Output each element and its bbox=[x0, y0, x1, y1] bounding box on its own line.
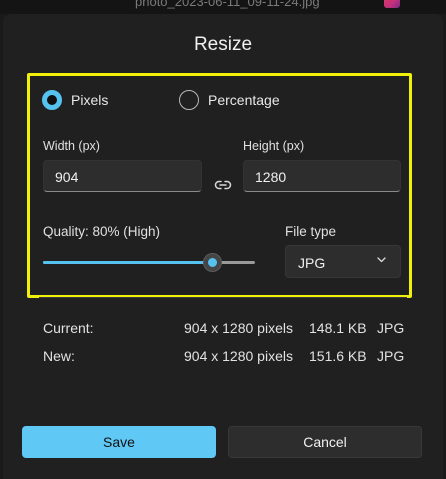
app-icon bbox=[384, 0, 400, 8]
width-input[interactable]: 904 bbox=[43, 160, 202, 192]
height-label: Height (px) bbox=[243, 139, 305, 153]
cancel-button[interactable]: Cancel bbox=[228, 426, 422, 458]
new-size: 151.6 KB bbox=[309, 348, 367, 364]
current-size: 148.1 KB bbox=[309, 320, 367, 336]
radio-checked-icon bbox=[42, 90, 62, 110]
width-label: Width (px) bbox=[43, 139, 100, 153]
new-format: JPG bbox=[377, 348, 405, 364]
resize-dialog: Resize Pixels Percentage Width (px) 904 … bbox=[3, 14, 443, 479]
link-icon[interactable] bbox=[214, 179, 232, 191]
file-type-label: File type bbox=[285, 224, 337, 239]
info-row-new: New: 904 x 1280 pixels 151.6 KB JPG bbox=[3, 348, 443, 366]
dialog-title: Resize bbox=[193, 34, 253, 55]
radio-percentage[interactable]: Percentage bbox=[179, 90, 280, 110]
file-type-select[interactable]: JPG bbox=[285, 245, 401, 278]
slider-fill bbox=[43, 261, 213, 264]
current-dimensions: 904 x 1280 pixels bbox=[184, 320, 293, 336]
radio-unchecked-icon bbox=[179, 90, 199, 110]
save-button[interactable]: Save bbox=[22, 426, 216, 458]
chevron-down-icon bbox=[377, 257, 386, 263]
new-dimensions: 904 x 1280 pixels bbox=[184, 348, 293, 364]
current-format: JPG bbox=[377, 320, 405, 336]
quality-label: Quality: 80% (High) bbox=[43, 224, 161, 239]
radio-pixels-label: Pixels bbox=[71, 92, 109, 108]
new-label: New: bbox=[43, 348, 75, 364]
slider-thumb[interactable] bbox=[202, 253, 222, 272]
radio-pixels[interactable]: Pixels bbox=[42, 90, 108, 110]
quality-slider[interactable] bbox=[43, 251, 255, 273]
info-row-current: Current: 904 x 1280 pixels 148.1 KB JPG bbox=[3, 320, 443, 338]
window-titlebar: photo_2023-06-11_09-11-24.jpg bbox=[0, 0, 446, 14]
current-label: Current: bbox=[43, 320, 94, 336]
divider bbox=[39, 297, 407, 298]
radio-percentage-label: Percentage bbox=[208, 92, 280, 108]
file-type-value: JPG bbox=[298, 255, 326, 271]
height-input[interactable]: 1280 bbox=[243, 160, 401, 192]
window-file-name: photo_2023-06-11_09-11-24.jpg bbox=[135, 0, 320, 9]
